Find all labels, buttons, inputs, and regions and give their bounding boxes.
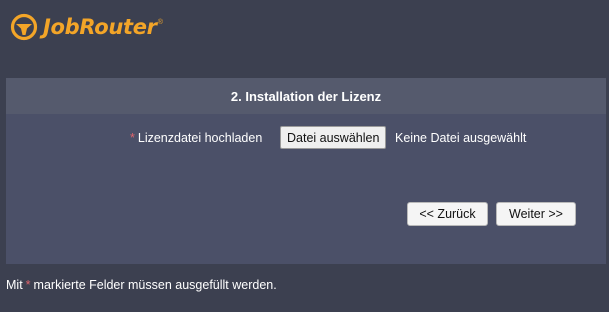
next-button[interactable]: Weiter >> — [496, 202, 576, 226]
jobrouter-logo-icon — [10, 13, 38, 41]
brand-name: JobRouter — [43, 15, 157, 39]
required-fields-note: Mit * markierte Felder müssen ausgefüllt w… — [6, 278, 277, 292]
license-file-label-text: Lizenzdatei hochladen — [137, 131, 263, 145]
note-suffix: markierte Felder müssen ausgefüllt werde… — [33, 278, 277, 292]
back-button[interactable]: << Zurück — [407, 202, 488, 226]
panel-title: 2. Installation der Lizenz — [6, 78, 606, 114]
registered-mark: ® — [157, 19, 163, 26]
required-marker: * — [130, 131, 135, 145]
license-installation-panel: 2. Installation der Lizenz * Lizenzdatei… — [6, 78, 606, 264]
jobrouter-logo: JobRouter ® — [10, 10, 163, 44]
note-required-marker: * — [25, 278, 31, 292]
choose-file-button[interactable]: Datei auswählen — [280, 126, 387, 149]
license-file-label: * Lizenzdatei hochladen — [130, 126, 262, 150]
note-prefix: Mit — [6, 278, 23, 292]
file-status: Keine Datei ausgewählt — [395, 130, 527, 145]
